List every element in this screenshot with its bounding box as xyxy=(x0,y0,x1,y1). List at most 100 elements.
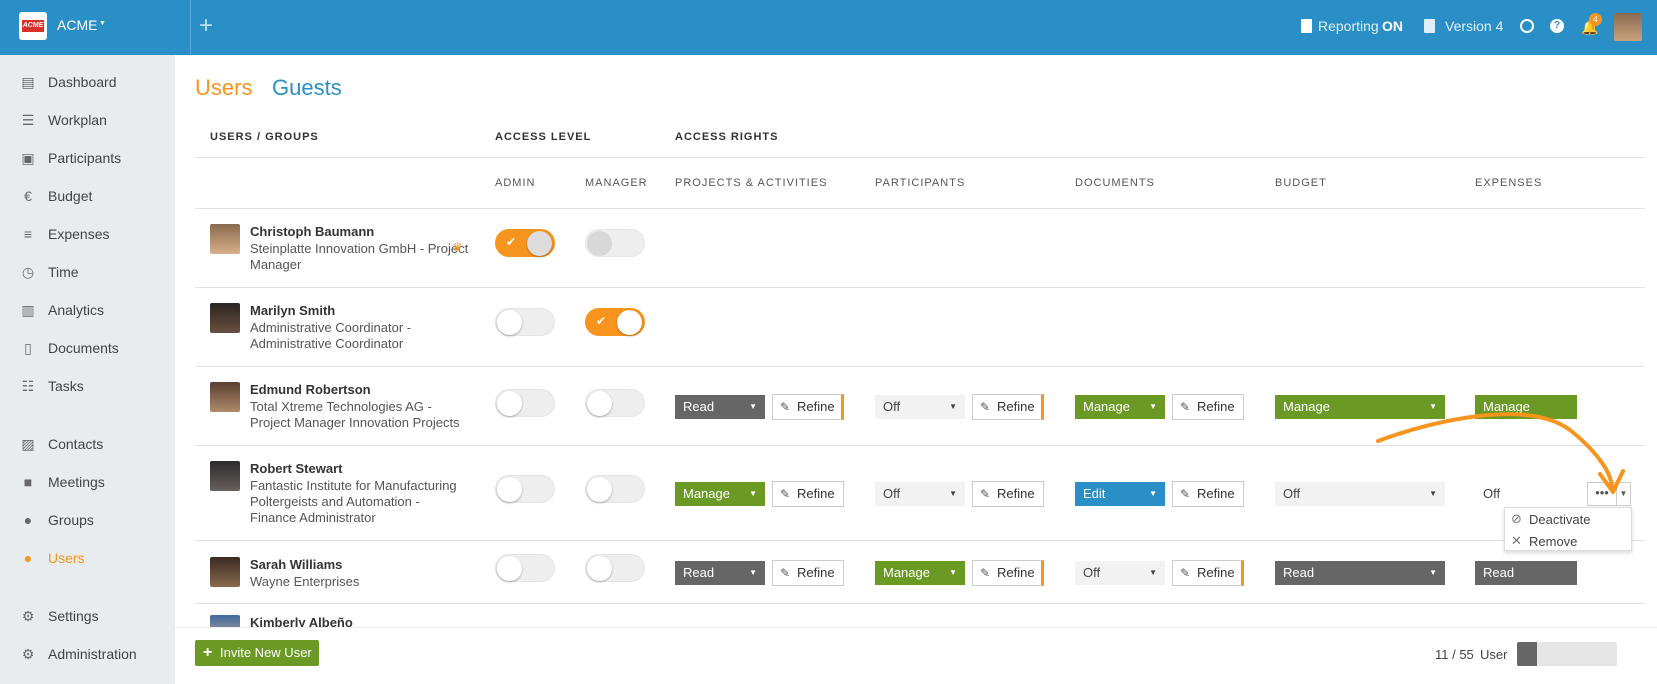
user-subtitle: Wayne Enterprises xyxy=(250,574,360,589)
help-icon[interactable]: ? xyxy=(1550,19,1564,33)
sidebar-item-contacts[interactable]: ▨ Contacts xyxy=(19,433,169,455)
refine-button[interactable]: ✎ Refine xyxy=(1172,560,1244,586)
admin-toggle[interactable] xyxy=(495,554,555,582)
divider xyxy=(195,366,1645,367)
documents-select[interactable]: Manage ▼ xyxy=(1075,395,1165,419)
add-icon[interactable]: + xyxy=(199,12,213,40)
header-expenses: EXPENSES xyxy=(1475,177,1543,189)
expenses-select[interactable]: Manage xyxy=(1475,395,1577,419)
refine-button[interactable]: ✎ Refine xyxy=(972,560,1044,586)
sidebar-item-users[interactable]: ● Users xyxy=(19,547,169,569)
refine-button[interactable]: ✎ Refine xyxy=(1172,481,1244,507)
manager-toggle[interactable] xyxy=(585,389,645,417)
sidebar-item-analytics[interactable]: ▥ Analytics xyxy=(19,299,169,321)
refine-button[interactable]: ✎ Refine xyxy=(772,560,844,586)
chevron-down-icon[interactable]: ▼ xyxy=(1617,482,1631,506)
manager-toggle[interactable] xyxy=(585,554,645,582)
tab-guests[interactable]: Guests xyxy=(272,75,342,101)
reporting-icon[interactable] xyxy=(1301,19,1312,33)
user-count-label: User xyxy=(1480,647,1508,662)
refine-button[interactable]: ✎ Refine xyxy=(772,394,844,420)
sidebar-item-administration[interactable]: ⚙ Administration xyxy=(19,643,169,665)
chevron-down-icon: ▼ xyxy=(949,489,957,498)
sidebar-item-participants[interactable]: ▣ Participants xyxy=(19,147,169,169)
app-switcher-caret-icon[interactable]: ▼ xyxy=(99,20,106,27)
user-name[interactable]: Edmund Robertson xyxy=(250,382,371,397)
sidebar-item-meetings[interactable]: ■ Meetings xyxy=(19,471,169,493)
divider xyxy=(195,157,1645,158)
header-documents: DOCUMENTS xyxy=(1075,177,1155,189)
notification-badge: 4 xyxy=(1589,13,1602,26)
sidebar-item-documents[interactable]: ▯ Documents xyxy=(19,337,169,359)
user-subtitle: Steinplatte Innovation GmbH - Project Ma… xyxy=(250,241,469,272)
sidebar-item-budget[interactable]: € Budget xyxy=(19,185,169,207)
admin-toggle[interactable] xyxy=(495,308,555,336)
reporting-state[interactable]: ON xyxy=(1382,18,1403,34)
sidebar-item-dashboard[interactable]: ▤ Dashboard xyxy=(19,71,169,93)
budget-select[interactable]: Manage ▼ xyxy=(1275,395,1445,419)
manager-toggle[interactable] xyxy=(585,229,645,257)
budget-select[interactable]: Off ▼ xyxy=(1275,482,1445,506)
briefcase-icon: ▣ xyxy=(21,150,35,166)
manager-toggle[interactable]: ✔ xyxy=(585,308,645,336)
refine-button[interactable]: ✎ Refine xyxy=(772,481,844,507)
admin-toggle[interactable] xyxy=(495,475,555,503)
projects-select[interactable]: Read ▼ xyxy=(675,561,765,585)
user-name[interactable]: Kimberly Albeño xyxy=(250,615,353,627)
video-icon: ■ xyxy=(23,474,33,490)
user-name[interactable]: Sarah Williams xyxy=(250,557,342,572)
participants-select[interactable]: Off ▼ xyxy=(875,482,965,506)
reporting-label[interactable]: Reporting xyxy=(1318,18,1379,34)
user-quota-fill xyxy=(1517,642,1537,666)
expenses-select[interactable]: Read xyxy=(1475,561,1577,585)
list-icon: ☷ xyxy=(21,378,35,394)
documents-select[interactable]: Edit ▼ xyxy=(1075,482,1165,506)
version-label[interactable]: Version 4 xyxy=(1445,18,1503,34)
sidebar-item-workplan[interactable]: ☰ Workplan xyxy=(19,109,169,131)
pencil-icon: ✎ xyxy=(1180,487,1191,501)
avatar xyxy=(210,461,240,491)
version-icon[interactable] xyxy=(1424,19,1435,33)
sidebar-item-groups[interactable]: ● Groups xyxy=(19,509,169,531)
user-name[interactable]: Marilyn Smith xyxy=(250,303,335,318)
budget-select[interactable]: Read ▼ xyxy=(1275,561,1445,585)
sidebar-item-tasks[interactable]: ☷ Tasks xyxy=(19,375,169,397)
avatar xyxy=(210,382,240,412)
refine-button[interactable]: ✎ Refine xyxy=(1172,394,1244,420)
pencil-icon: ✎ xyxy=(1180,566,1191,580)
history-icon[interactable] xyxy=(1520,19,1534,33)
acme-logo[interactable]: ACME xyxy=(19,12,47,40)
table-row: Kimberly Albeño xyxy=(175,615,1657,627)
chevron-down-icon: ▼ xyxy=(749,402,757,411)
menu-item-remove[interactable]: ✕ Remove xyxy=(1505,530,1633,552)
chevron-down-icon: ▼ xyxy=(1149,568,1157,577)
app-name[interactable]: ACME xyxy=(57,17,97,33)
projects-select[interactable]: Read ▼ xyxy=(675,395,765,419)
projects-select[interactable]: Manage ▼ xyxy=(675,482,765,506)
admin-toggle[interactable]: ✔ xyxy=(495,229,555,257)
documents-select[interactable]: Off ▼ xyxy=(1075,561,1165,585)
gear-icon: ⚙ xyxy=(21,646,35,662)
workplan-icon: ☰ xyxy=(21,112,35,128)
user-subtitle: Total Xtreme Technologies AG - Project M… xyxy=(250,399,460,430)
user-name[interactable]: Robert Stewart xyxy=(250,461,342,476)
tab-users[interactable]: Users xyxy=(195,75,252,101)
manager-toggle[interactable] xyxy=(585,475,645,503)
divider xyxy=(195,287,1645,288)
invite-new-user-button[interactable]: + Invite New User xyxy=(195,640,319,666)
more-options-button[interactable]: ••• xyxy=(1587,482,1617,506)
menu-item-deactivate[interactable]: ⊘ Deactivate xyxy=(1505,508,1633,530)
euro-icon: € xyxy=(24,188,32,204)
refine-button[interactable]: ✎ Refine xyxy=(972,481,1044,507)
user-avatar[interactable] xyxy=(1614,13,1642,41)
participants-select[interactable]: Manage ▼ xyxy=(875,561,965,585)
sidebar-item-time[interactable]: ◷ Time xyxy=(19,261,169,283)
admin-toggle[interactable] xyxy=(495,389,555,417)
expenses-select[interactable]: Off xyxy=(1475,482,1525,506)
sidebar-item-expenses[interactable]: ≡ Expenses xyxy=(19,223,169,245)
refine-button[interactable]: ✎ Refine xyxy=(972,394,1044,420)
sidebar-item-settings[interactable]: ⚙ Settings xyxy=(19,605,169,627)
user-name[interactable]: Christoph Baumann xyxy=(250,224,374,239)
pencil-icon: ✎ xyxy=(780,487,791,501)
participants-select[interactable]: Off ▼ xyxy=(875,395,965,419)
